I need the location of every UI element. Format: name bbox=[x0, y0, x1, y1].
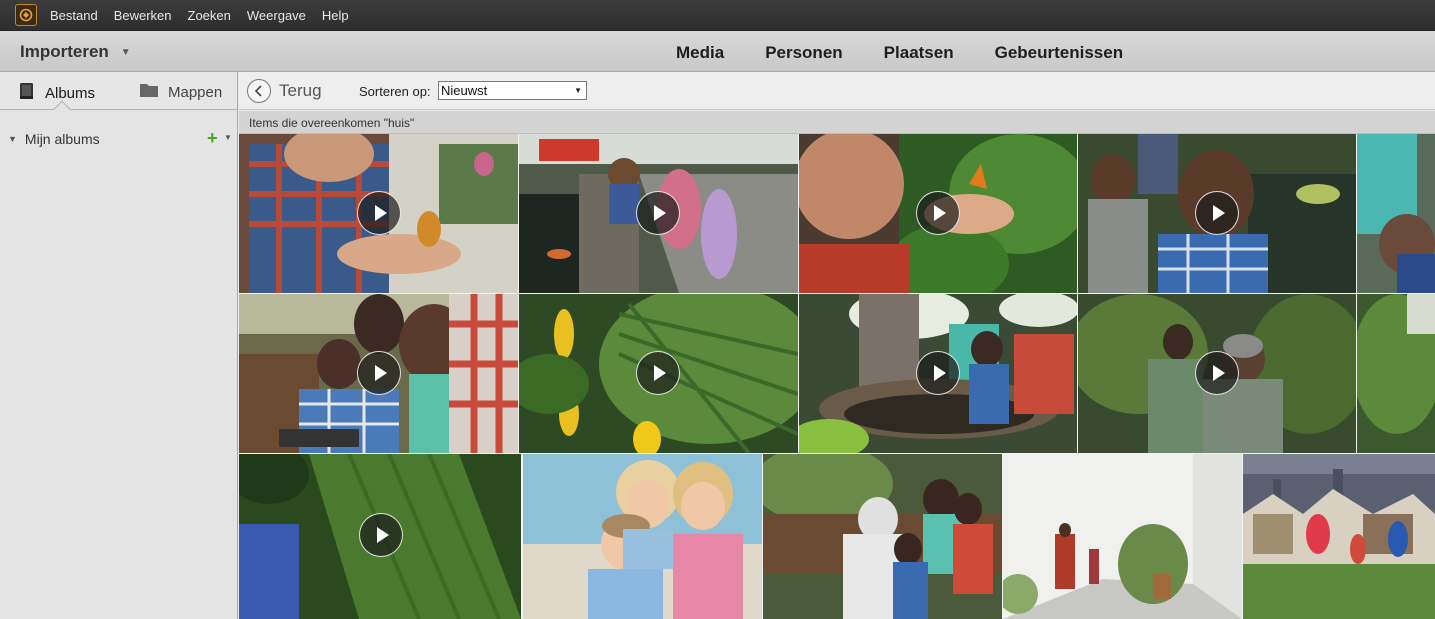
media-thumbnail[interactable] bbox=[1078, 134, 1356, 293]
menu-bewerken[interactable]: Bewerken bbox=[114, 8, 172, 23]
media-thumbnail[interactable] bbox=[1078, 294, 1356, 453]
album-book-icon bbox=[18, 82, 36, 104]
menu-help[interactable]: Help bbox=[322, 8, 349, 23]
tab-personen[interactable]: Personen bbox=[765, 43, 842, 63]
tab-albums-label: Albums bbox=[45, 84, 96, 102]
menu-weergave[interactable]: Weergave bbox=[247, 8, 306, 23]
grid-toolbar: Terug Sorteren op: Nieuwst ▼ bbox=[239, 72, 1435, 110]
media-thumbnail[interactable] bbox=[239, 134, 518, 293]
media-thumbnail[interactable] bbox=[799, 294, 1077, 453]
media-thumbnail[interactable] bbox=[1357, 294, 1435, 453]
elements-organizer-logo-icon[interactable] bbox=[15, 4, 37, 26]
tab-mappen-label: Mappen bbox=[168, 83, 223, 101]
back-label[interactable]: Terug bbox=[279, 81, 322, 101]
expand-triangle-icon[interactable]: ▼ bbox=[8, 134, 17, 144]
media-thumbnail[interactable] bbox=[1357, 134, 1435, 293]
view-tabs: Media Personen Plaatsen Gebeurtenissen bbox=[676, 43, 1164, 63]
media-grid bbox=[239, 134, 1435, 619]
media-thumbnail[interactable] bbox=[763, 454, 1002, 619]
menu-zoeken[interactable]: Zoeken bbox=[188, 8, 231, 23]
play-icon[interactable] bbox=[1195, 191, 1239, 235]
play-icon[interactable] bbox=[916, 191, 960, 235]
my-albums-label: Mijn albums bbox=[24, 131, 100, 147]
tab-albums[interactable]: Albums bbox=[18, 82, 95, 104]
play-icon[interactable] bbox=[636, 351, 680, 395]
chevron-down-icon: ▼ bbox=[574, 86, 582, 95]
my-albums-row[interactable]: ▼ Mijn albums + ▼ bbox=[0, 128, 237, 150]
media-thumbnail[interactable] bbox=[1243, 454, 1435, 619]
play-icon[interactable] bbox=[357, 191, 401, 235]
media-thumbnail[interactable] bbox=[519, 134, 798, 293]
media-thumbnail[interactable] bbox=[239, 294, 518, 453]
menu-bar: Bestand Bewerken Zoeken Weergave Help bbox=[0, 0, 1435, 31]
sidebar: Albums Mappen ▼ Mijn albums + ▼ bbox=[0, 72, 238, 619]
chevron-left-icon bbox=[254, 85, 262, 97]
sort-label: Sorteren op: bbox=[359, 84, 431, 99]
back-button[interactable] bbox=[247, 79, 271, 103]
tab-gebeurtenissen[interactable]: Gebeurtenissen bbox=[995, 43, 1124, 63]
tab-media[interactable]: Media bbox=[676, 43, 724, 63]
media-thumbnail[interactable] bbox=[239, 454, 521, 619]
search-result-bar: Items die overeenkomen "huis" bbox=[239, 111, 1435, 134]
sidebar-tabs: Albums Mappen bbox=[0, 72, 237, 118]
play-icon[interactable] bbox=[359, 513, 403, 557]
import-label: Importeren bbox=[20, 42, 109, 61]
menu-bestand[interactable]: Bestand bbox=[50, 8, 98, 23]
search-result-text: Items die overeenkomen "huis" bbox=[249, 116, 415, 130]
folder-icon bbox=[139, 82, 159, 102]
media-thumbnail[interactable] bbox=[1003, 454, 1242, 619]
play-icon[interactable] bbox=[357, 351, 401, 395]
tab-plaatsen[interactable]: Plaatsen bbox=[884, 43, 954, 63]
tab-mappen[interactable]: Mappen bbox=[139, 82, 222, 102]
sort-select[interactable]: Nieuwst ▼ bbox=[438, 81, 587, 100]
import-button[interactable]: Importeren ▼ bbox=[20, 42, 131, 62]
add-album-plus-icon[interactable]: + bbox=[207, 128, 218, 149]
media-thumbnail[interactable] bbox=[523, 454, 762, 619]
sort-value: Nieuwst bbox=[441, 83, 488, 98]
play-icon[interactable] bbox=[1195, 351, 1239, 395]
media-thumbnail[interactable] bbox=[519, 294, 798, 453]
chevron-down-icon[interactable]: ▼ bbox=[224, 133, 232, 142]
play-icon[interactable] bbox=[916, 351, 960, 395]
chevron-down-icon: ▼ bbox=[120, 46, 131, 58]
top-bar: Importeren ▼ Media Personen Plaatsen Geb… bbox=[0, 31, 1435, 72]
play-icon[interactable] bbox=[636, 191, 680, 235]
media-thumbnail[interactable] bbox=[799, 134, 1077, 293]
